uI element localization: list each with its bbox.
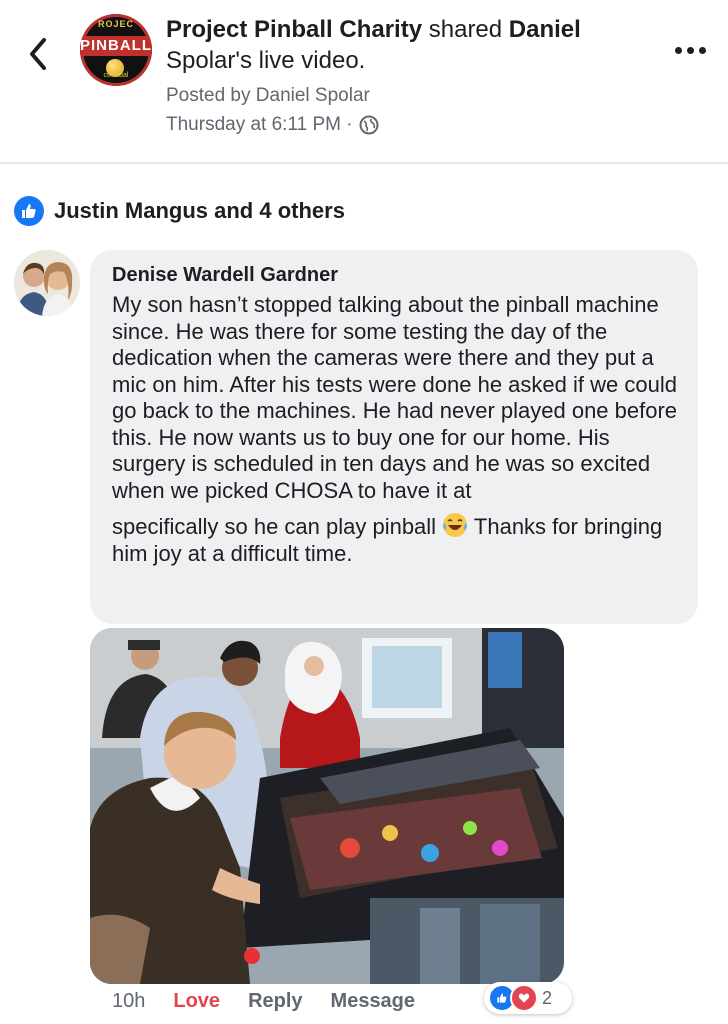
reactions-summary[interactable]: Justin Mangus and 4 others — [14, 196, 345, 226]
logo-top-text: ROJEC — [97, 19, 134, 29]
comment-author[interactable]: Denise Wardell Gardner — [112, 264, 338, 287]
comment-text-tail: specifically so he can play pinball Than… — [112, 512, 687, 567]
back-button[interactable] — [22, 34, 54, 74]
avatar[interactable] — [14, 250, 80, 316]
page-logo[interactable]: ROJEC PINBALL ctPinbal — [80, 14, 152, 86]
logo-main-text: PINBALL — [80, 36, 152, 56]
comment-time-ago: 10h — [112, 990, 146, 1012]
person-name-link[interactable]: Daniel — [509, 16, 581, 43]
posted-by: Posted by Daniel Spolar — [166, 85, 370, 106]
dot-icon — [698, 46, 706, 54]
logo-bottom-text: ctPinbal — [103, 72, 129, 79]
chevron-left-icon — [30, 38, 46, 70]
shared-text: shared — [422, 16, 509, 43]
comment-actions: 10h Love Reply Message — [112, 990, 443, 1013]
comment-text: My son hasn’t stopped talking about the … — [112, 292, 687, 567]
laughing-tears-emoji-icon — [443, 513, 468, 537]
post-title-tail: Spolar's live video. — [166, 47, 366, 74]
comment-bubble: Denise Wardell Gardner My son hasn’t sto… — [90, 250, 698, 624]
dot-icon — [686, 46, 694, 54]
comment-reaction-count: 2 — [542, 987, 553, 1008]
reactions-summary-text: Justin Mangus and 4 others — [54, 198, 345, 223]
comment-photo[interactable] — [90, 628, 564, 984]
post-time-row: Thursday at 6:11 PM · — [166, 114, 379, 136]
header-divider — [0, 162, 728, 164]
post-title: Project Pinball Charity shared Daniel Sp… — [166, 14, 636, 76]
more-options-button[interactable] — [668, 38, 712, 62]
comment-reactions-badge[interactable]: 2 — [484, 982, 572, 1014]
post-header: ROJEC PINBALL ctPinbal Project Pinball C… — [0, 0, 728, 162]
reply-button[interactable]: Reply — [248, 990, 302, 1013]
like-icon — [14, 196, 44, 226]
dot-icon — [674, 46, 682, 54]
globe-icon — [359, 115, 379, 135]
page-name-link[interactable]: Project Pinball Charity — [166, 16, 422, 43]
love-button[interactable]: Love — [173, 990, 220, 1013]
message-button[interactable]: Message — [331, 990, 416, 1013]
comment-text-main: My son hasn’t stopped talking about the … — [112, 292, 678, 503]
comment-text-tail-start: specifically so he can play pinball — [112, 514, 443, 539]
post-timestamp[interactable]: Thursday at 6:11 PM · — [166, 114, 353, 136]
heart-icon — [510, 984, 538, 1012]
